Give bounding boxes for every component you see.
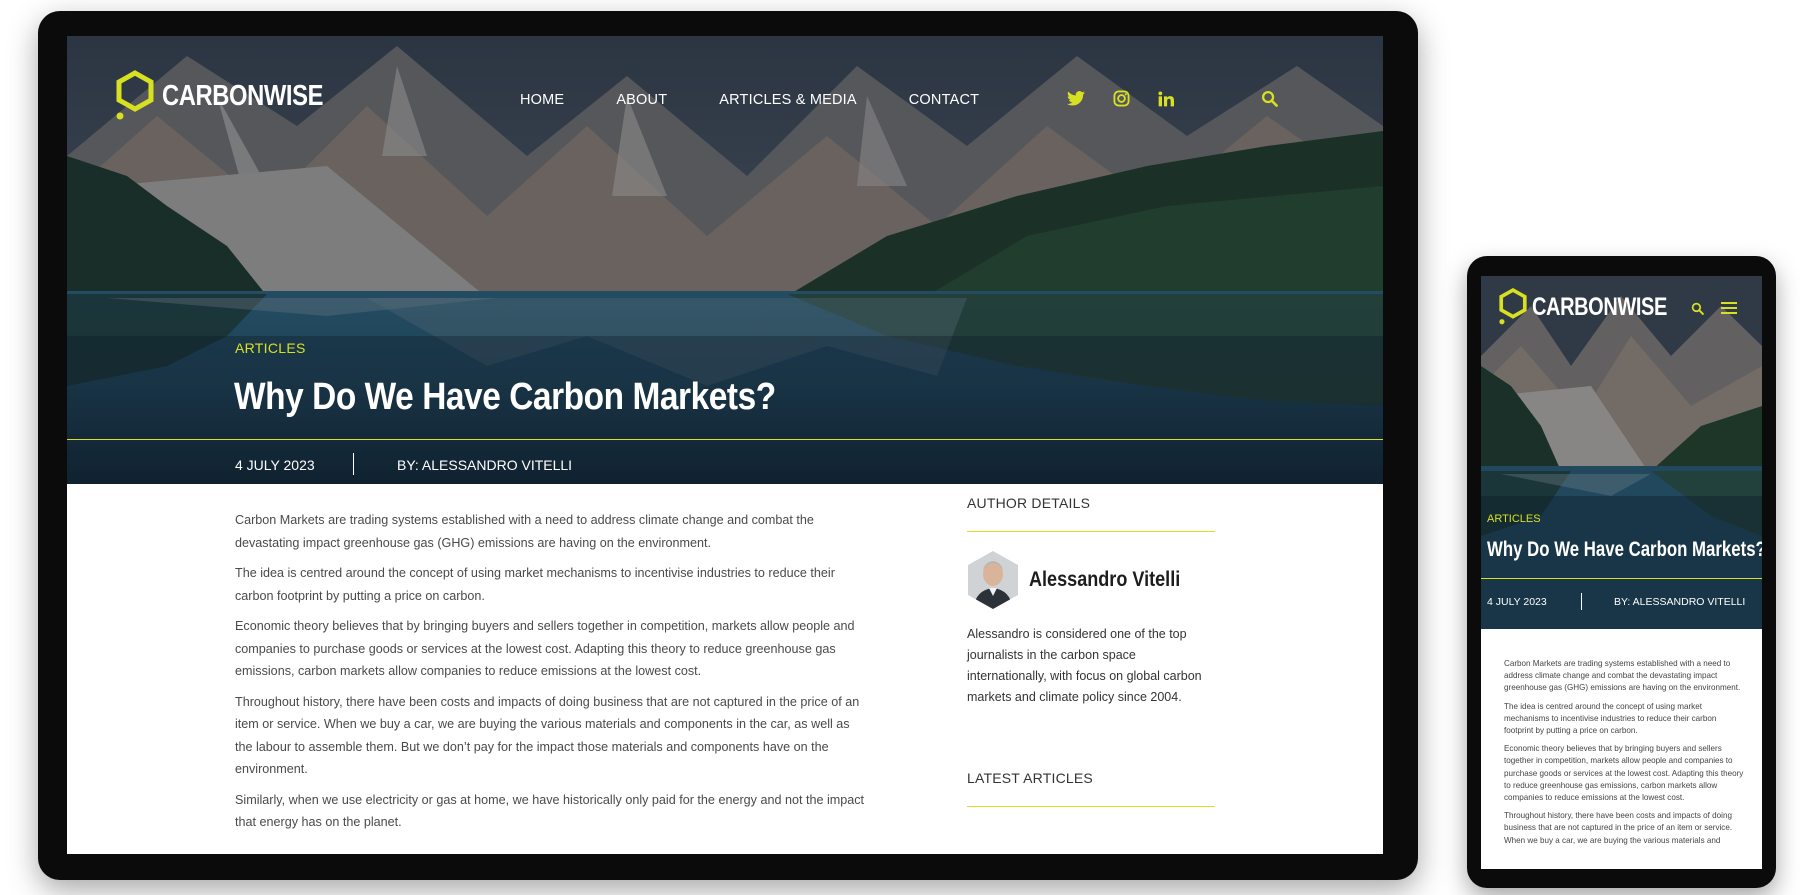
twitter-icon[interactable] <box>1067 90 1085 107</box>
mobile-hero-banner: CARBONWISE ARTICLES Why Do We Have Carbo… <box>1481 276 1762 629</box>
desktop-screen: CARBONWISE HOME ABOUT ARTICLES & MEDIA C… <box>67 36 1383 854</box>
article-paragraph: Throughout history, there have been cost… <box>235 694 860 777</box>
article-paragraph: Economic theory believes that by bringin… <box>1504 744 1744 803</box>
article-category[interactable]: ARTICLES <box>235 340 306 356</box>
author-name[interactable]: Alessandro Vitelli <box>1029 568 1180 592</box>
hero-banner: CARBONWISE HOME ABOUT ARTICLES & MEDIA C… <box>67 36 1383 484</box>
mobile-article-title: Why Do We Have Carbon Markets? <box>1487 538 1762 561</box>
mobile-brand-logo[interactable]: CARBONWISE <box>1499 287 1701 327</box>
author-card: Alessandro Vitelli <box>967 550 1215 610</box>
mobile-screen: CARBONWISE ARTICLES Why Do We Have Carbo… <box>1481 276 1762 869</box>
hexagon-icon <box>116 70 154 120</box>
sidebar: AUTHOR DETAILS Alessandro Vitelli Alessa… <box>967 495 1215 807</box>
nav-contact[interactable]: CONTACT <box>909 92 979 108</box>
mobile-hero-landscape-image <box>1481 276 1762 629</box>
article-paragraph: Throughout history, there have been cost… <box>1504 811 1733 845</box>
brand-logo[interactable]: CARBONWISE <box>116 70 358 122</box>
instagram-icon[interactable] <box>1113 90 1130 107</box>
main-nav: HOME ABOUT ARTICLES & MEDIA CONTACT <box>520 92 979 108</box>
article-paragraph: Similarly, when we use electricity or ga… <box>235 792 865 830</box>
article-body: Carbon Markets are trading systems estab… <box>235 509 865 842</box>
mobile-article-body: Carbon Markets are trading systems estab… <box>1504 658 1744 853</box>
mobile-hero-divider <box>1481 578 1762 579</box>
brand-name: CARBONWISE <box>162 79 324 112</box>
search-icon[interactable] <box>1261 90 1278 107</box>
article-paragraph: Carbon Markets are trading systems estab… <box>235 513 814 550</box>
mobile-article-date: 4 JULY 2023 <box>1487 596 1547 608</box>
social-links <box>1067 90 1174 107</box>
search-icon[interactable] <box>1691 302 1704 318</box>
mobile-meta-divider <box>1581 593 1582 610</box>
mobile-article-category[interactable]: ARTICLES <box>1487 513 1541 525</box>
linkedin-icon[interactable] <box>1158 90 1174 107</box>
article-paragraph: The idea is centred around the concept o… <box>235 566 835 603</box>
hexagon-icon <box>1499 287 1527 325</box>
desktop-device-frame: CARBONWISE HOME ABOUT ARTICLES & MEDIA C… <box>38 11 1418 880</box>
mobile-brand-name: CARBONWISE <box>1532 292 1667 321</box>
meta-divider <box>353 453 354 475</box>
hamburger-menu-icon[interactable] <box>1721 302 1737 317</box>
hero-divider <box>67 439 1383 440</box>
sidebar-divider <box>967 806 1215 807</box>
article-date: 4 JULY 2023 <box>235 457 315 473</box>
author-details-heading: AUTHOR DETAILS <box>967 495 1091 511</box>
article-paragraph: Carbon Markets are trading systems estab… <box>1504 659 1741 693</box>
author-avatar <box>968 551 1018 609</box>
nav-about[interactable]: ABOUT <box>616 92 667 108</box>
latest-articles-heading: LATEST ARTICLES <box>967 770 1093 786</box>
article-paragraph: The idea is centred around the concept o… <box>1504 701 1717 736</box>
sidebar-divider <box>967 531 1215 532</box>
article-paragraph: Economic theory believes that by bringin… <box>235 619 855 678</box>
mobile-device-frame: CARBONWISE ARTICLES Why Do We Have Carbo… <box>1467 256 1776 888</box>
author-bio: Alessandro is considered one of the top … <box>967 627 1202 704</box>
nav-articles-media[interactable]: ARTICLES & MEDIA <box>719 92 857 108</box>
mobile-article-author: BY: ALESSANDRO VITELLI <box>1614 596 1746 608</box>
article-author: BY: ALESSANDRO VITELLI <box>397 457 573 473</box>
article-title: Why Do We Have Carbon Markets? <box>234 376 776 418</box>
nav-home[interactable]: HOME <box>520 92 564 108</box>
